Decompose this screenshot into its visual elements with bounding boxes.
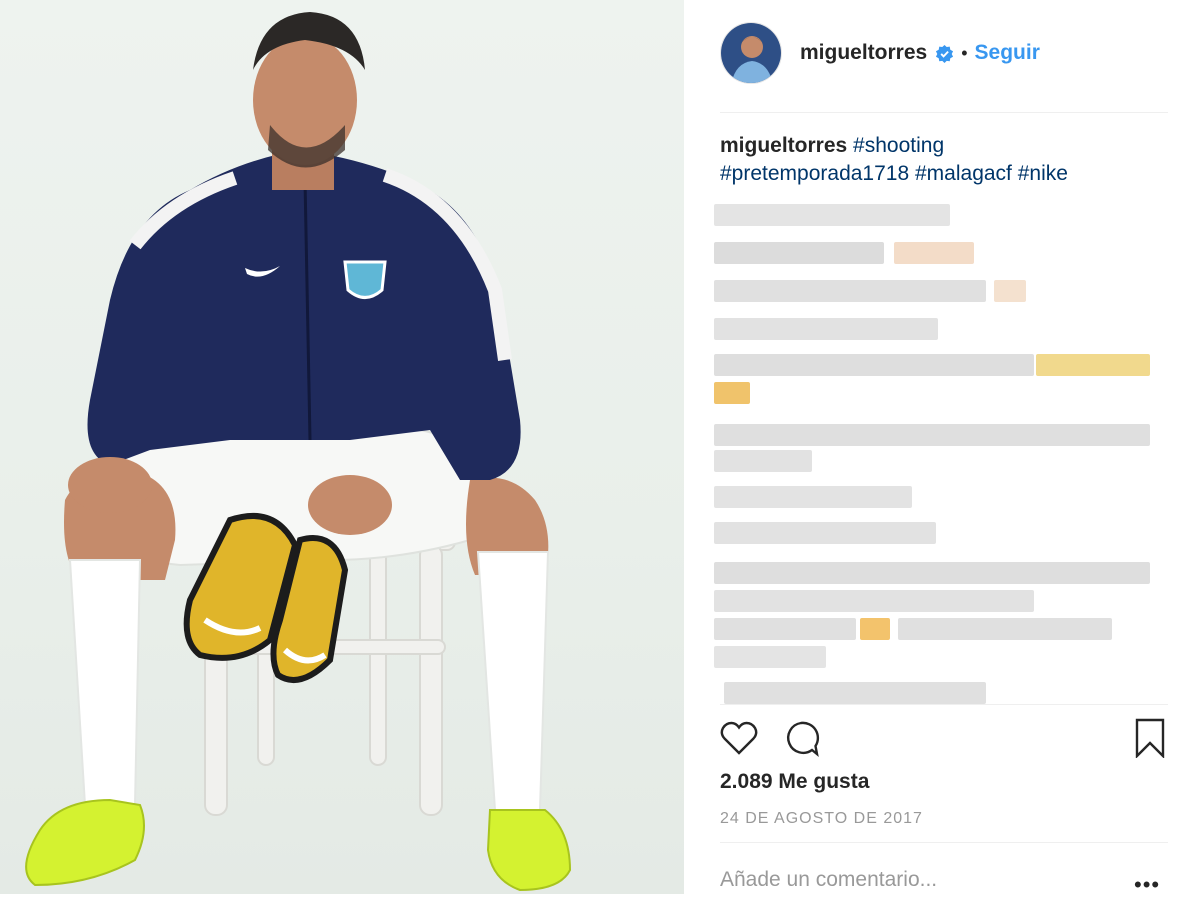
blurred-comment-line	[714, 590, 1034, 612]
blurred-comment-line	[714, 382, 750, 404]
heart-icon[interactable]	[720, 720, 758, 761]
blurred-comment-line	[714, 562, 1150, 584]
blurred-comment-line	[724, 682, 986, 704]
blurred-comment-line	[714, 486, 912, 508]
post-photo[interactable]	[0, 0, 684, 894]
post-side-panel: migueltorres • Seguir migueltorres #shoo…	[684, 0, 1200, 897]
actions-divider	[720, 704, 1168, 705]
hashtag-nike[interactable]: #nike	[1018, 162, 1068, 185]
hashtag-shooting[interactable]: #shooting	[853, 134, 944, 157]
blurred-comment-line	[714, 204, 950, 226]
blurred-comment-line	[714, 280, 986, 302]
verified-icon	[935, 44, 954, 63]
post-header: migueltorres • Seguir	[720, 22, 1168, 84]
likes-count[interactable]: 2.089 Me gusta	[720, 770, 869, 794]
blurred-comment-line	[714, 450, 812, 472]
blurred-comment-line	[714, 646, 826, 668]
post-date[interactable]: 24 DE AGOSTO DE 2017	[720, 810, 923, 828]
blurred-comment-line	[714, 242, 884, 264]
separator-dot: •	[961, 42, 968, 63]
blurred-comment-line	[714, 424, 1150, 446]
profile-username[interactable]: migueltorres	[800, 41, 927, 65]
bookmark-icon[interactable]	[1134, 718, 1166, 763]
post-actions	[720, 718, 1168, 760]
more-options-button[interactable]: •••	[1134, 872, 1160, 898]
blurred-comment-line	[714, 318, 938, 340]
blurred-comment-line	[714, 522, 936, 544]
post-caption: migueltorres #shooting #pretemporada1718…	[720, 132, 1168, 188]
avatar-image	[721, 23, 781, 83]
comment-input[interactable]: Añade un comentario...	[720, 868, 937, 892]
blurred-comment-line	[1036, 354, 1150, 376]
avatar[interactable]	[720, 22, 782, 84]
blurred-comment-line	[860, 618, 890, 640]
hashtag-pretemporada[interactable]: #pretemporada1718	[720, 162, 909, 185]
blurred-comment-line	[894, 242, 974, 264]
comment-icon[interactable]	[782, 720, 820, 763]
blurred-comment-line	[714, 354, 1034, 376]
comment-divider	[720, 842, 1168, 843]
follow-button[interactable]: Seguir	[975, 41, 1040, 65]
header-divider	[720, 112, 1168, 113]
blurred-comment-line	[994, 280, 1026, 302]
blurred-comment-line	[714, 618, 856, 640]
caption-username[interactable]: migueltorres	[720, 134, 847, 157]
post-photo-illustration	[25, 12, 572, 892]
hashtag-malagacf[interactable]: #malagacf	[915, 162, 1012, 185]
blurred-comment-line	[898, 618, 1112, 640]
